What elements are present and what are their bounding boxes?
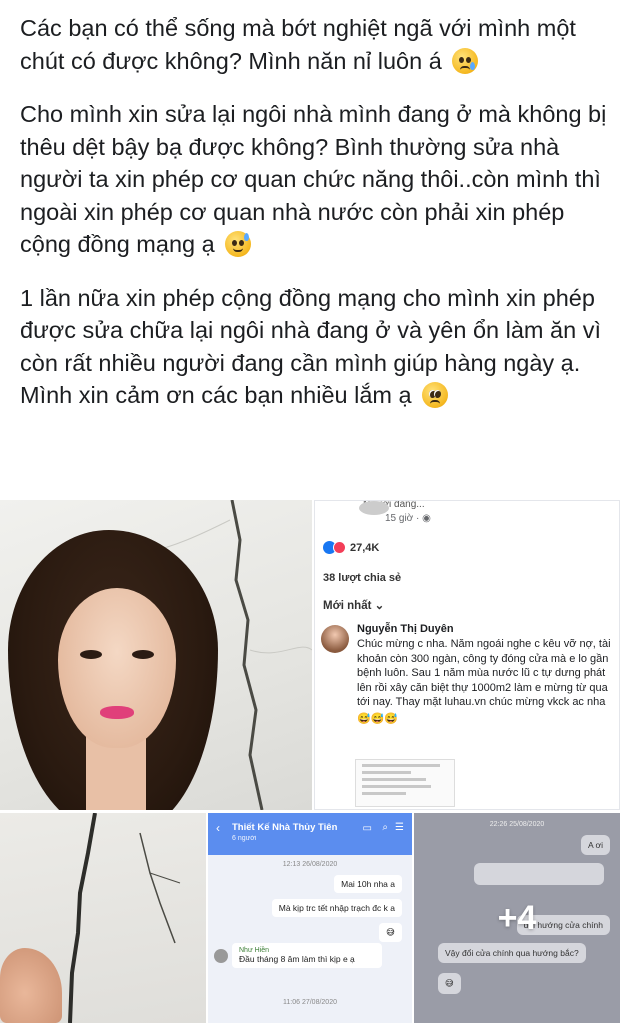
chat-date-1: 12:13 26/08/2020 bbox=[282, 861, 338, 868]
attached-image[interactable] bbox=[355, 759, 455, 807]
message-out-2: Mà kịp trc tết nhập trạch đc k a bbox=[271, 899, 402, 917]
sender-name: Như Hiền bbox=[239, 947, 269, 954]
search-icon[interactable]: ⌕ bbox=[382, 822, 388, 833]
commenter-name[interactable]: Nguyễn Thị Duyên bbox=[357, 623, 613, 635]
comment-emojis: 😅😅😅 bbox=[357, 712, 399, 725]
post-paragraph-1: Các bạn có thể sống mà bớt nghiệt ngã vớ… bbox=[20, 15, 576, 74]
video-call-icon[interactable]: ▭ bbox=[363, 823, 372, 834]
more-photos-overlay[interactable]: +4 bbox=[414, 813, 620, 1023]
chat-date-2: 11:06 27/08/2020 bbox=[283, 999, 337, 1006]
right-eye bbox=[132, 650, 154, 659]
reaction-summary[interactable]: 27,4K bbox=[323, 541, 379, 554]
comment: Nguyễn Thị Duyên Chúc mừng c nha. Năm ng… bbox=[357, 623, 613, 725]
photo-grid[interactable]: Người đang... 15 giờ · ◉ 27,4K 38 lượt c… bbox=[0, 500, 620, 1023]
back-icon[interactable]: ‹ bbox=[216, 821, 220, 835]
globe-icon: ◉ bbox=[422, 513, 431, 524]
sender-avatar bbox=[214, 949, 228, 963]
menu-icon[interactable]: ☰ bbox=[395, 822, 404, 833]
photo-cracked-wall[interactable] bbox=[0, 813, 206, 1023]
face bbox=[58, 588, 176, 748]
message-out-1: Mai 10h nha a bbox=[334, 875, 402, 893]
share-count[interactable]: 38 lượt chia sẻ bbox=[323, 572, 401, 584]
comment-text: Chúc mừng c nha. Năm ngoái nghe c kêu vỡ… bbox=[357, 638, 611, 708]
post-paragraph-3: 1 lần nữa xin phép cộng đồng mạng cho mì… bbox=[20, 284, 601, 408]
left-eye bbox=[80, 650, 102, 659]
poster-avatar bbox=[359, 501, 389, 515]
sort-selector[interactable]: Mới nhất ⌄ bbox=[323, 598, 384, 612]
post-time: 15 giờ · ◉ bbox=[385, 513, 431, 524]
chat-member-count: 6 người bbox=[232, 835, 257, 842]
love-reaction-icon bbox=[333, 541, 346, 554]
chat-screenshot[interactable]: ‹ Thiết Kế Nhà Thủy Tiên 6 người ▭ ⌕ ☰ 1… bbox=[208, 813, 412, 1023]
post-paragraph-2: Cho mình xin sửa lại ngôi nhà mình đang … bbox=[20, 101, 607, 257]
lips bbox=[100, 706, 134, 719]
chevron-down-icon: ⌄ bbox=[374, 600, 385, 612]
pleading-face-emoji-icon bbox=[422, 382, 449, 408]
chat-screenshot-2[interactable]: 22:26 25/08/2020 A ơi đổi hướng cửa chín… bbox=[414, 813, 620, 1023]
commenter-avatar[interactable] bbox=[321, 625, 349, 653]
chat-title: Thiết Kế Nhà Thủy Tiên bbox=[232, 822, 338, 833]
message-in: Như Hiền Đầu tháng 8 âm làm thì kịp e ạ bbox=[232, 943, 382, 968]
post-text: Các bạn có thể sống mà bớt nghiệt ngã vớ… bbox=[20, 12, 610, 433]
emoji-message: 😅 bbox=[379, 923, 402, 942]
message-in-text: Đầu tháng 8 âm làm thì kịp e ạ bbox=[239, 954, 355, 964]
photo-portrait[interactable] bbox=[0, 500, 312, 810]
sweat-smile-emoji-icon bbox=[225, 231, 252, 257]
chat-header: ‹ Thiết Kế Nhà Thủy Tiên 6 người ▭ ⌕ ☰ bbox=[208, 813, 412, 855]
crying-face-emoji-icon bbox=[452, 47, 479, 74]
facebook-comment-screenshot[interactable]: Người đang... 15 giờ · ◉ 27,4K 38 lượt c… bbox=[314, 500, 620, 810]
